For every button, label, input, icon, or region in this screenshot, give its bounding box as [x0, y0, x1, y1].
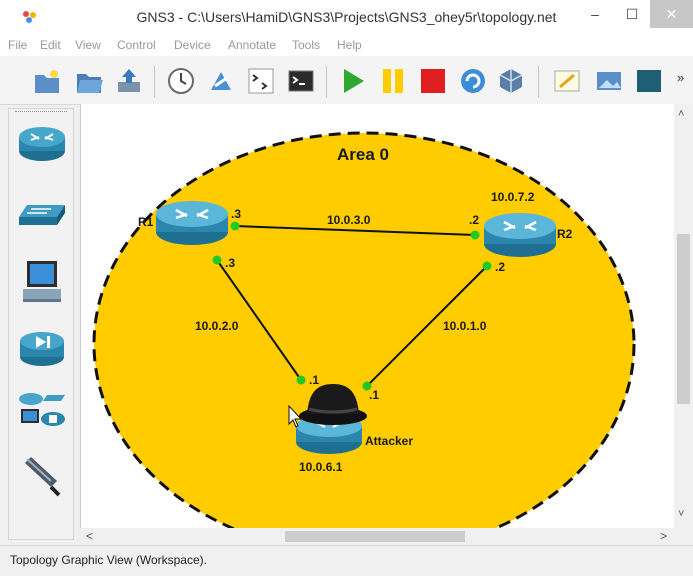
network-label-r2-attacker: 10.0.1.0	[443, 319, 487, 333]
scroll-right-arrow[interactable]: >	[660, 529, 667, 543]
switch-category-icon[interactable]	[17, 191, 67, 237]
sidebar-grip	[15, 111, 67, 112]
router-r2[interactable]	[484, 213, 556, 257]
router-r2-label: R2	[557, 227, 573, 241]
area-label: Area 0	[337, 145, 389, 164]
menu-device[interactable]: Device	[174, 38, 211, 52]
scroll-up-arrow[interactable]: ˄	[678, 108, 684, 120]
attacker-ip-label: 10.0.6.1	[299, 460, 343, 474]
device-sidebar	[8, 108, 74, 540]
draw-rectangle-icon[interactable]	[634, 66, 664, 96]
network-label-r1-attacker: 10.0.2.0	[195, 319, 239, 333]
maximize-button[interactable]: ☐	[617, 4, 647, 26]
menu-help[interactable]: Help	[337, 38, 362, 52]
toolbar-separator	[326, 66, 327, 98]
console-all-chevron-icon[interactable]	[246, 66, 276, 96]
snapshot-icon[interactable]	[166, 66, 196, 96]
open-project-icon[interactable]	[74, 66, 104, 96]
stop-all-icon[interactable]	[418, 66, 448, 96]
port-dot-r2-west	[470, 230, 480, 240]
add-note-icon[interactable]	[552, 66, 582, 96]
menu-view[interactable]: View	[75, 38, 101, 52]
horizontal-scroll-thumb[interactable]	[285, 531, 465, 542]
all-devices-category-icon[interactable]	[17, 387, 67, 433]
close-button[interactable]: ✕	[650, 0, 693, 28]
port-label-r1-r2-to: .2	[469, 213, 479, 227]
port-label-r1-attacker-from: .3	[225, 256, 235, 270]
start-all-icon[interactable]	[338, 66, 368, 96]
router-category-icon[interactable]	[17, 121, 67, 167]
toolbar-separator	[538, 66, 539, 98]
topology-canvas[interactable]: Area 0 .3 .2 .3 .2 .1 .1 10.0.3.0 10.0.2…	[80, 104, 675, 528]
topology-drawing: Area 0 .3 .2 .3 .2 .1 .1 10.0.3.0 10.0.2…	[92, 131, 636, 528]
vertical-scroll-thumb[interactable]	[677, 234, 690, 404]
save-project-icon[interactable]	[114, 66, 144, 96]
auto-link-icon[interactable]	[206, 66, 236, 96]
menu-control[interactable]: Control	[117, 38, 156, 52]
toolbar: »	[0, 56, 693, 105]
status-bar: Topology Graphic View (Workspace).	[0, 545, 693, 576]
router-r1-label: R1	[138, 215, 154, 229]
ospf-area-ellipse[interactable]	[92, 131, 636, 528]
network-label-r1-r2: 10.0.3.0	[327, 213, 371, 227]
port-dot-r2-south	[482, 261, 492, 271]
port-dot-attacker-west	[296, 375, 306, 385]
reload-all-icon[interactable]	[458, 66, 488, 96]
scroll-left-arrow[interactable]: <	[86, 529, 93, 543]
title-bar: GNS3 - C:\Users\HamiD\GNS3\Projects\GNS3…	[0, 0, 693, 34]
menu-edit[interactable]: Edit	[40, 38, 61, 52]
port-label-r2-attacker-from: .2	[495, 260, 505, 274]
insert-image-icon[interactable]	[594, 66, 624, 96]
menu-bar: File Edit View Control Device Annotate T…	[0, 34, 693, 56]
vertical-scrollbar[interactable]: ˄ ˅	[674, 104, 693, 528]
menu-annotate[interactable]: Annotate	[228, 38, 276, 52]
toolbar-separator	[154, 66, 155, 98]
suspend-all-icon[interactable]	[378, 66, 408, 96]
port-dot-r1-south	[212, 255, 222, 265]
port-dot-r1-east	[230, 221, 240, 231]
console-icon[interactable]	[286, 66, 316, 96]
toolbar-more-chevron[interactable]: »	[677, 70, 684, 85]
new-project-icon[interactable]	[32, 66, 62, 96]
port-label-r2-attacker-to: .1	[369, 388, 379, 402]
attacker-label: Attacker	[365, 434, 413, 448]
minimize-button[interactable]: –	[580, 4, 610, 26]
menu-file[interactable]: File	[8, 38, 27, 52]
port-label-r1-attacker-to: .1	[309, 373, 319, 387]
add-link-category-icon[interactable]	[17, 453, 67, 499]
port-label-r1-r2-from: .3	[231, 207, 241, 221]
router-r2-ip-label: 10.0.7.2	[491, 190, 535, 204]
scroll-down-arrow[interactable]: ˅	[678, 508, 684, 520]
end-devices-category-icon[interactable]	[17, 259, 67, 305]
horizontal-scrollbar[interactable]: < >	[80, 528, 674, 545]
status-text: Topology Graphic View (Workspace).	[10, 553, 207, 567]
router-r1[interactable]	[156, 201, 228, 245]
virtualbox-icon[interactable]	[496, 66, 526, 96]
security-devices-category-icon[interactable]	[17, 325, 67, 371]
menu-tools[interactable]: Tools	[292, 38, 320, 52]
